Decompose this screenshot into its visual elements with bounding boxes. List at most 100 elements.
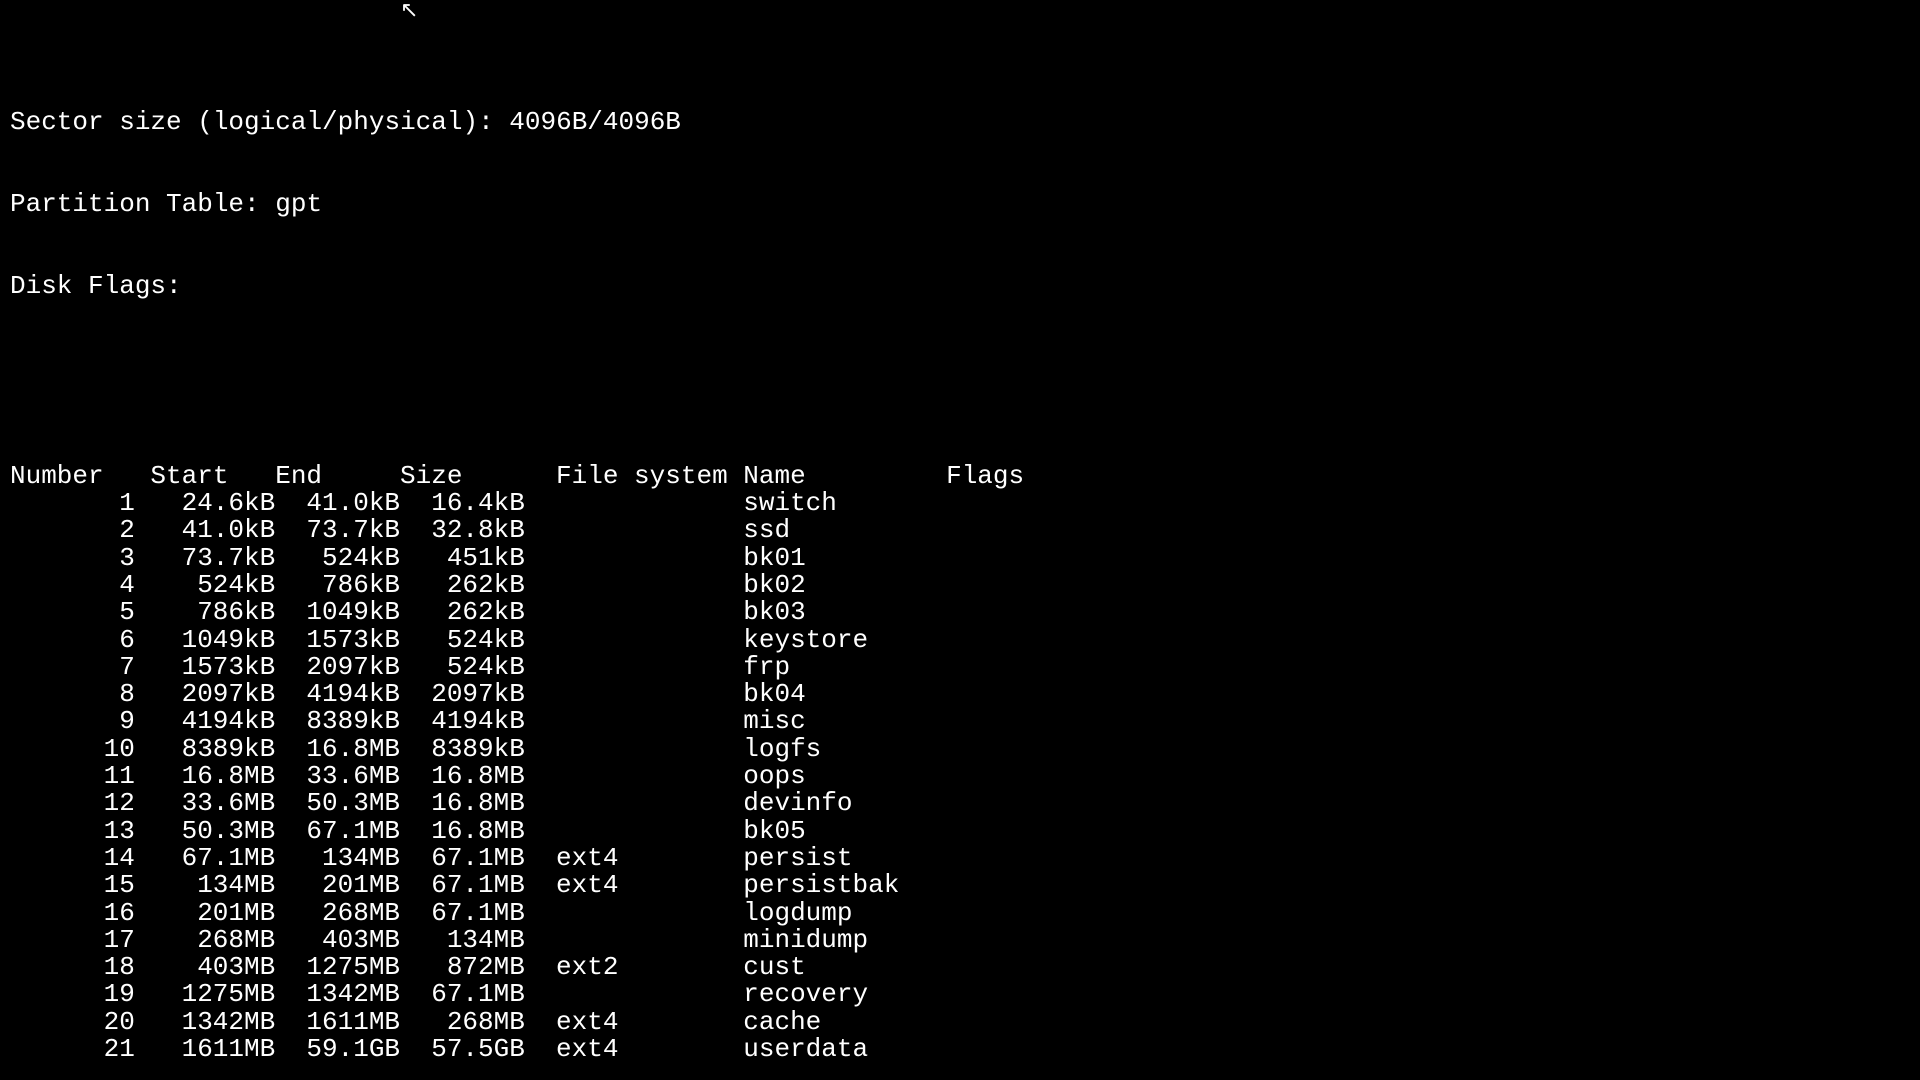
cell-flags [946,981,1024,1008]
cell-start: 1573kB [150,654,275,681]
table-row: 211611MB59.1GB57.5GBext4userdata [10,1036,1024,1063]
cell-end: 134MB [275,845,400,872]
table-row: 191275MB1342MB67.1MBrecovery [10,981,1024,1008]
cell-size: 67.1MB [400,981,525,1008]
cell-end: 201MB [275,872,400,899]
cell-start: 24.6kB [150,490,275,517]
cell-start: 8389kB [150,736,275,763]
cell-start: 50.3MB [150,818,275,845]
cell-name: logfs [743,736,946,763]
table-row: 18403MB1275MB872MBext2cust [10,954,1024,981]
cell-flags [946,872,1024,899]
cell-end: 1275MB [275,954,400,981]
cell-filesystem [525,927,743,954]
cell-end: 73.7kB [275,517,400,544]
cell-number: 14 [10,845,150,872]
cell-flags [946,708,1024,735]
cell-end: 1611MB [275,1009,400,1036]
disk-flags-line: Disk Flags: [10,273,1910,300]
table-row: 1467.1MB134MB67.1MBext4persist [10,845,1024,872]
table-row: 1116.8MB33.6MB16.8MBoops [10,763,1024,790]
cell-size: 262kB [400,572,525,599]
cell-number: 3 [10,545,150,572]
cell-filesystem [525,545,743,572]
table-row: 241.0kB73.7kB32.8kBssd [10,517,1024,544]
cell-flags [946,927,1024,954]
cell-end: 2097kB [275,654,400,681]
cell-start: 134MB [150,872,275,899]
cell-filesystem: ext4 [525,1009,743,1036]
cell-start: 1049kB [150,627,275,654]
cell-name: cust [743,954,946,981]
cell-size: 8389kB [400,736,525,763]
disk-info-header: Sector size (logical/physical): 4096B/40… [10,55,1910,355]
table-row: 4524kB786kB262kBbk02 [10,572,1024,599]
cell-end: 16.8MB [275,736,400,763]
cell-number: 11 [10,763,150,790]
cell-number: 15 [10,872,150,899]
cell-number: 10 [10,736,150,763]
cell-start: 1275MB [150,981,275,1008]
cell-filesystem [525,818,743,845]
cell-end: 67.1MB [275,818,400,845]
partition-table: Number Start End Size File system Name F… [10,463,1024,1064]
cell-end: 41.0kB [275,490,400,517]
cell-start: 786kB [150,599,275,626]
cell-filesystem [525,900,743,927]
cell-filesystem [525,981,743,1008]
cell-flags [946,627,1024,654]
cell-flags [946,1009,1024,1036]
cell-flags [946,790,1024,817]
terminal-output[interactable]: Sector size (logical/physical): 4096B/40… [0,0,1920,1080]
cell-number: 4 [10,572,150,599]
cell-name: keystore [743,627,946,654]
cell-flags [946,599,1024,626]
cell-name: minidump [743,927,946,954]
cell-name: switch [743,490,946,517]
cell-size: 16.8MB [400,818,525,845]
table-row: 94194kB8389kB4194kBmisc [10,708,1024,735]
cell-flags [946,517,1024,544]
cell-filesystem [525,763,743,790]
cell-end: 50.3MB [275,790,400,817]
cell-start: 16.8MB [150,763,275,790]
cell-number: 20 [10,1009,150,1036]
cell-flags [946,572,1024,599]
table-row: 82097kB4194kB2097kBbk04 [10,681,1024,708]
cell-filesystem [525,736,743,763]
col-header-number: Number [10,463,150,490]
cell-number: 6 [10,627,150,654]
cell-start: 524kB [150,572,275,599]
cell-number: 7 [10,654,150,681]
cell-name: misc [743,708,946,735]
cell-filesystem [525,599,743,626]
cell-filesystem [525,517,743,544]
cell-start: 33.6MB [150,790,275,817]
table-row: 17268MB403MB134MBminidump [10,927,1024,954]
cell-name: bk03 [743,599,946,626]
table-row: 1350.3MB67.1MB16.8MBbk05 [10,818,1024,845]
cell-size: 16.8MB [400,790,525,817]
cell-start: 403MB [150,954,275,981]
cell-name: cache [743,1009,946,1036]
table-row: 373.7kB524kB451kBbk01 [10,545,1024,572]
cell-flags [946,763,1024,790]
cell-end: 4194kB [275,681,400,708]
cell-start: 4194kB [150,708,275,735]
cell-flags [946,845,1024,872]
cell-filesystem [525,627,743,654]
cell-start: 73.7kB [150,545,275,572]
cell-number: 9 [10,708,150,735]
cell-end: 786kB [275,572,400,599]
cell-name: frp [743,654,946,681]
cell-size: 524kB [400,627,525,654]
cell-filesystem [525,654,743,681]
table-row: 71573kB2097kB524kB frp [10,654,1024,681]
cell-name: persist [743,845,946,872]
cell-size: 16.4kB [400,490,525,517]
cell-number: 2 [10,517,150,544]
table-row: 124.6kB41.0kB16.4kBswitch [10,490,1024,517]
col-header-filesystem: File system [525,463,743,490]
cell-size: 524kB [400,654,525,681]
col-header-flags: Flags [946,463,1024,490]
